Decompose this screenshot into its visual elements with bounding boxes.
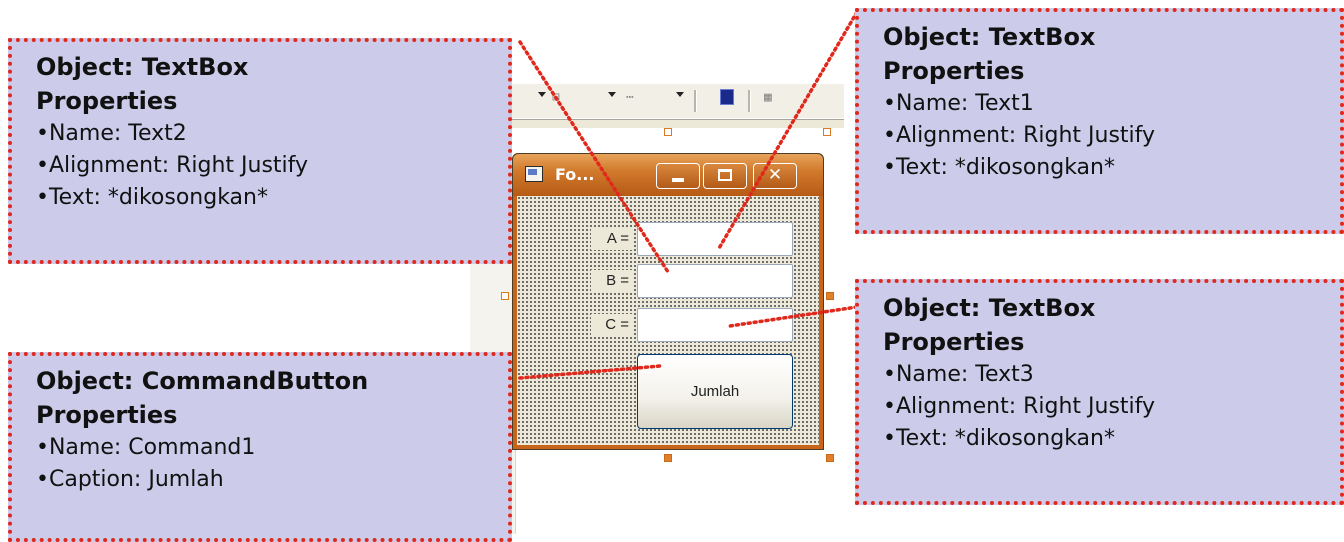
resize-handle[interactable] [826, 292, 834, 300]
callout-subtitle: Properties [883, 328, 1025, 356]
toolbar-separator [748, 90, 751, 112]
label-c: C = [591, 314, 633, 336]
form-titlebar[interactable]: Fo... ✕ [513, 154, 823, 196]
maximize-icon [718, 169, 732, 181]
size-icon[interactable]: ⋯ [626, 90, 634, 105]
dropdown-arrow-icon[interactable] [676, 92, 684, 97]
ide-separator [508, 119, 844, 128]
callout-command1: Object: CommandButton Properties •Name: … [8, 352, 512, 542]
property-name: •Name: Text2 [36, 121, 187, 146]
property-name: •Name: Text3 [883, 362, 1034, 387]
text3-textbox[interactable] [637, 308, 793, 342]
grid-icon[interactable]: ▦ [764, 90, 772, 105]
close-icon: ✕ [767, 165, 783, 185]
label-b: B = [591, 270, 633, 292]
maximize-button[interactable] [703, 163, 747, 189]
callout-subtitle: Properties [36, 87, 178, 115]
callout-text2: Object: TextBox Properties •Name: Text2 … [8, 38, 512, 264]
callout-subtitle: Properties [36, 401, 178, 429]
text1-textbox[interactable] [637, 222, 793, 256]
property-alignment: •Alignment: Right Justify [883, 123, 1156, 148]
resize-handle[interactable] [826, 454, 834, 462]
ide-toolbar: ⊟ ⋯ ▦ [508, 84, 844, 118]
resize-handle[interactable] [823, 128, 831, 136]
vb-form-window[interactable]: Fo... ✕ A = B = C = Jumlah [512, 153, 824, 450]
label-a: A = [591, 228, 633, 250]
callout-title: Object: TextBox [883, 23, 1096, 51]
callout-title: Object: CommandButton [36, 367, 369, 395]
close-button[interactable]: ✕ [753, 163, 797, 189]
property-name: •Name: Command1 [36, 435, 256, 460]
property-alignment: •Alignment: Right Justify [883, 394, 1156, 419]
callout-title: Object: TextBox [36, 53, 249, 81]
lock-controls-icon[interactable] [720, 89, 734, 105]
property-caption: •Caption: Jumlah [36, 467, 224, 492]
property-alignment: •Alignment: Right Justify [36, 153, 309, 178]
callout-text1: Object: TextBox Properties •Name: Text1 … [855, 8, 1344, 234]
callout-text3: Object: TextBox Properties •Name: Text3 … [855, 279, 1344, 505]
callout-title: Object: TextBox [883, 294, 1096, 322]
dropdown-arrow-icon[interactable] [538, 92, 546, 97]
form-window-icon [525, 166, 543, 182]
property-text: •Text: *dikosongkan* [883, 155, 1115, 180]
property-text: •Text: *dikosongkan* [883, 426, 1115, 451]
resize-handle[interactable] [501, 292, 509, 300]
property-text: •Text: *dikosongkan* [36, 185, 268, 210]
resize-handle[interactable] [664, 128, 672, 136]
align-icon[interactable]: ⊟ [552, 90, 560, 105]
callout-subtitle: Properties [883, 57, 1025, 85]
dropdown-arrow-icon[interactable] [608, 92, 616, 97]
property-name: •Name: Text1 [883, 91, 1034, 116]
form-title: Fo... [555, 165, 595, 184]
text2-textbox[interactable] [637, 264, 793, 298]
toolbar-separator [694, 90, 697, 112]
resize-handle[interactable] [664, 454, 672, 462]
minimize-button[interactable] [656, 163, 700, 189]
command1-button[interactable]: Jumlah [637, 354, 793, 429]
minimize-icon [672, 178, 684, 182]
form-client-area[interactable]: A = B = C = Jumlah [517, 196, 819, 445]
